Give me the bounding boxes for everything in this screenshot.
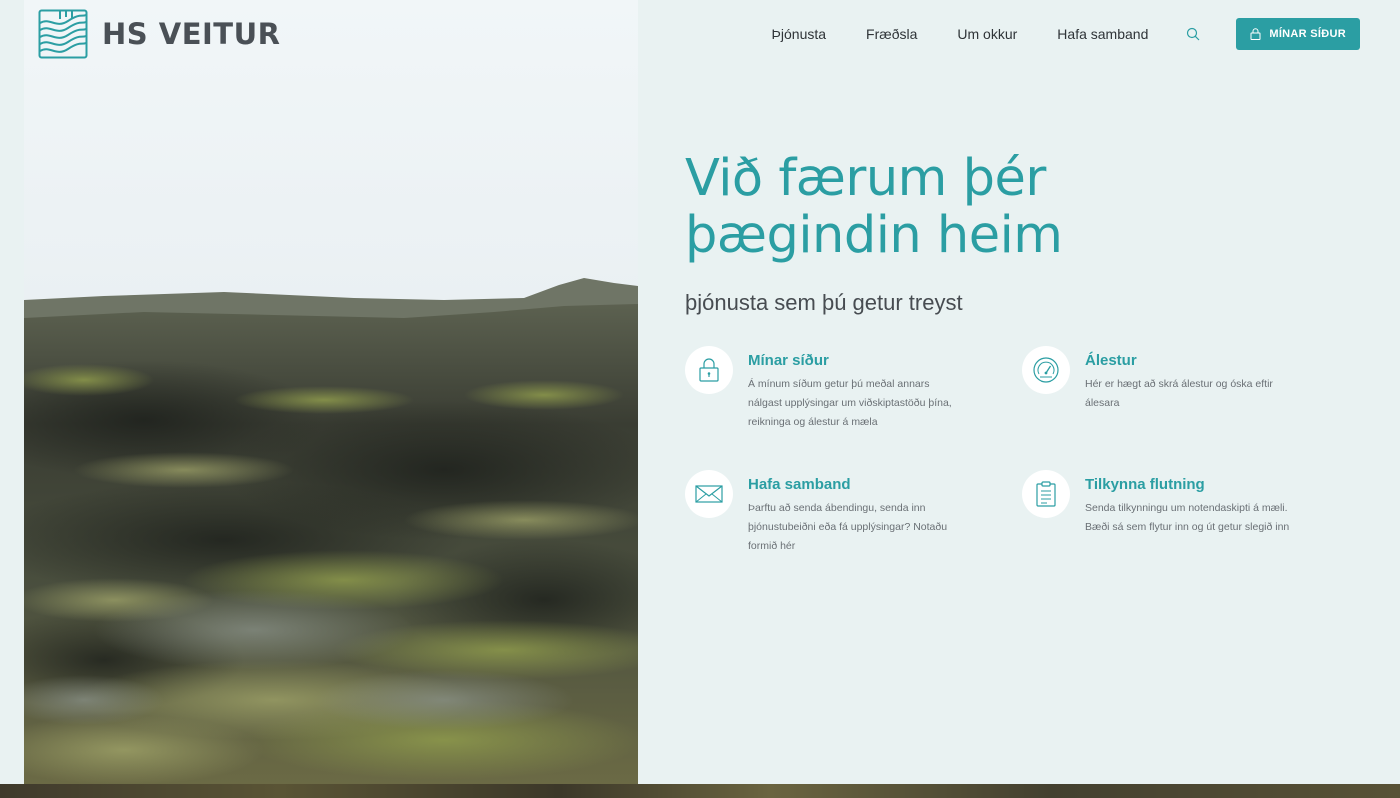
hero-headline: Við færum þér þægindin heim: [685, 150, 1345, 264]
feature-title[interactable]: Mínar síður: [748, 352, 963, 369]
minar-sidur-label: MÍNAR SÍÐUR: [1269, 28, 1346, 40]
feature-description: Senda tilkynningu um notendaskipti á mæl…: [1085, 502, 1290, 533]
feature-minar-sidur[interactable]: Mínar síður Á mínum síðum getur þú meðal…: [685, 346, 985, 432]
feature-alestur[interactable]: Álestur Hér er hægt að skrá álestur og ó…: [1022, 346, 1322, 413]
nav-item-hafa-samband[interactable]: Hafa samband: [1057, 26, 1148, 42]
feature-description: Á mínum síðum getur þú meðal annars nálg…: [748, 378, 952, 428]
feature-icon-circle[interactable]: [1022, 470, 1070, 518]
brand-logo[interactable]: HS VEITUR: [38, 9, 280, 59]
feature-title[interactable]: Álestur: [1085, 352, 1300, 369]
feature-description: Hér er hægt að skrá álestur og óska efti…: [1085, 378, 1273, 409]
feature-description: Þarftu að senda ábendingu, senda inn þjó…: [748, 502, 948, 552]
feature-icon-circle[interactable]: [685, 470, 733, 518]
search-icon[interactable]: [1186, 27, 1200, 41]
minar-sidur-button[interactable]: MÍNAR SÍÐUR: [1236, 18, 1360, 50]
clipboard-icon: [1036, 481, 1056, 507]
feature-hafa-samband[interactable]: Hafa samband Þarftu að senda ábendingu, …: [685, 470, 985, 556]
brand-name: HS VEITUR: [102, 17, 281, 51]
nav-item-fraedsla[interactable]: Fræðsla: [866, 26, 917, 42]
feature-tilkynna-flutning[interactable]: Tilkynna flutning Senda tilkynningu um n…: [1022, 470, 1322, 537]
main-nav: Þjónusta Fræðsla Um okkur Hafa samband M…: [772, 0, 1360, 68]
headline-line-2: þægindin heim: [685, 206, 1063, 265]
lock-icon: [1250, 28, 1261, 40]
feature-grid: Mínar síður Á mínum síðum getur þú meðal…: [685, 346, 1325, 586]
hero-content: Við færum þér þægindin heim þjónusta sem…: [685, 150, 1345, 316]
hero-landscape-image: [24, 0, 638, 784]
nav-item-um-okkur[interactable]: Um okkur: [957, 26, 1017, 42]
feature-title[interactable]: Hafa samband: [748, 476, 963, 493]
feature-title[interactable]: Tilkynna flutning: [1085, 476, 1300, 493]
hs-veitur-wave-logo-icon: [38, 9, 88, 59]
feature-icon-circle[interactable]: [685, 346, 733, 394]
envelope-icon: [695, 485, 723, 503]
bottom-landscape-strip: [0, 784, 1400, 798]
lock-icon: [699, 358, 719, 382]
hero-subtitle: þjónusta sem þú getur treyst: [685, 290, 963, 315]
gauge-icon: [1033, 357, 1059, 383]
feature-icon-circle[interactable]: [1022, 346, 1070, 394]
nav-item-thjonusta[interactable]: Þjónusta: [772, 26, 826, 42]
headline-line-1: Við færum þér: [685, 149, 1046, 208]
